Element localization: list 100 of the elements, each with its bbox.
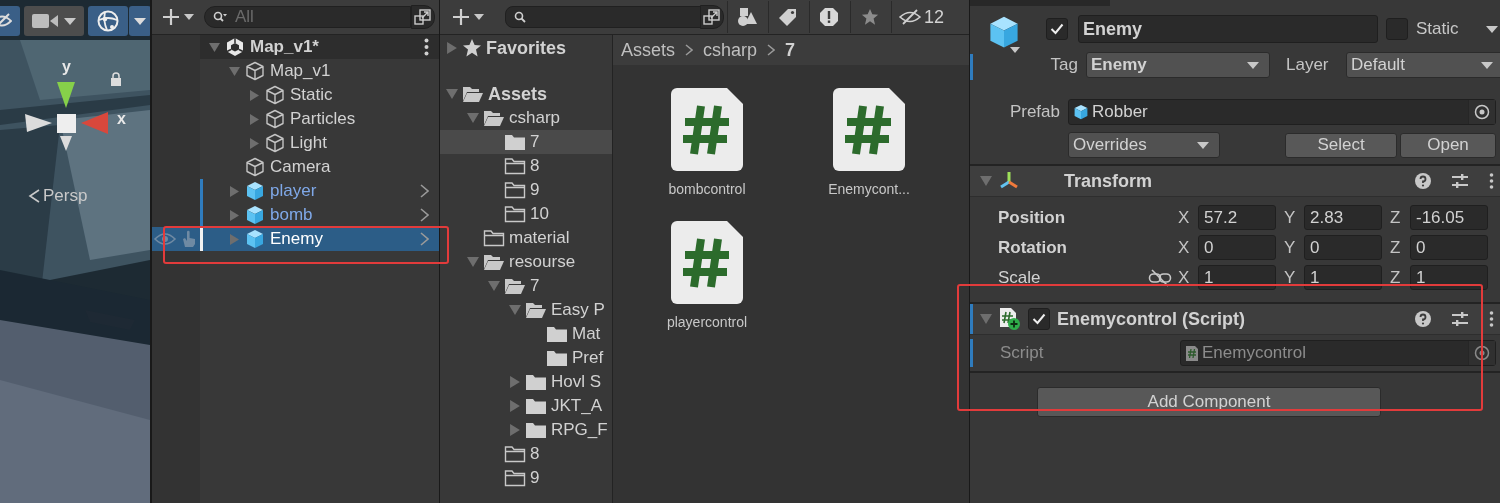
script-file-icon[interactable] [671, 221, 743, 304]
property-label: Script [1000, 343, 1045, 363]
hierarchy-row[interactable]: Light [152, 131, 439, 155]
collapse-arrow[interactable] [209, 41, 220, 53]
number-field[interactable]: 57.2 [1198, 205, 1276, 230]
breadcrumb-link[interactable]: 7 [785, 39, 796, 61]
gizmos-menu-button[interactable] [129, 6, 150, 36]
folder-row[interactable]: RPG_F [440, 418, 612, 442]
folder-row[interactable]: 8 [440, 154, 612, 178]
hierarchy-row[interactable]: Enemy [152, 227, 439, 251]
collapse-arrow[interactable] [467, 256, 479, 268]
number-field[interactable]: 2.83 [1304, 205, 1382, 230]
number-field[interactable]: 0 [1410, 235, 1488, 260]
hierarchy-row[interactable]: Camera [152, 155, 439, 179]
folder-row[interactable]: 8 [440, 442, 612, 466]
number-field[interactable]: 0 [1304, 235, 1382, 260]
axis-gizmo-drawing[interactable] [24, 80, 110, 152]
chevron-right-icon[interactable] [420, 232, 429, 246]
prefab-button[interactable]: Open [1400, 132, 1496, 158]
collapse-arrow[interactable] [509, 304, 521, 316]
prefab-button[interactable]: Select [1285, 132, 1397, 158]
folder-row[interactable]: Hovl S [440, 370, 612, 394]
folder-row[interactable]: Pref [440, 346, 612, 370]
expand-arrow[interactable] [249, 89, 260, 101]
expand-arrow[interactable] [509, 376, 521, 388]
script-file-icon[interactable] [833, 88, 905, 171]
camera-button[interactable] [24, 6, 84, 36]
collapse-arrow[interactable] [467, 112, 479, 124]
presets-icon[interactable] [1451, 173, 1469, 189]
lock-icon[interactable] [110, 72, 122, 86]
hierarchy-row[interactable]: bomb [152, 203, 439, 227]
presets-icon[interactable] [1451, 311, 1469, 327]
expand-arrow[interactable] [509, 400, 521, 412]
folder-row[interactable]: material [440, 226, 612, 250]
collapse-arrow[interactable] [446, 88, 458, 100]
number-field[interactable]: 1 [1304, 265, 1382, 290]
more-icon[interactable] [1489, 173, 1494, 189]
folder-row[interactable]: Easy P [440, 298, 612, 322]
folder-name: Favorites [486, 37, 567, 59]
add-component-button[interactable]: Add Component [1037, 387, 1381, 417]
open-folder-icon [504, 277, 526, 295]
target-icon[interactable] [1474, 104, 1490, 120]
script-file-icon[interactable] [671, 88, 743, 171]
unlinked-icon[interactable] [1148, 268, 1172, 287]
static-checkbox[interactable] [1386, 18, 1408, 40]
folder-row[interactable]: Assets [440, 82, 612, 106]
number-field[interactable]: -16.05 [1410, 205, 1488, 230]
folder-row[interactable]: csharp [440, 106, 612, 130]
folder-row[interactable]: JKT_A [440, 394, 612, 418]
search-field[interactable] [505, 6, 701, 28]
more-icon[interactable] [1489, 311, 1494, 327]
help-icon[interactable] [1415, 173, 1431, 189]
chevron-left-icon[interactable] [28, 188, 40, 204]
overrides-dropdown[interactable]: Overrides [1068, 132, 1220, 158]
expand-arrow[interactable] [446, 42, 458, 54]
chevron-right-icon[interactable] [420, 208, 429, 222]
enabled-checkbox[interactable] [1028, 308, 1050, 330]
hierarchy-row[interactable]: player [152, 179, 439, 203]
help-icon[interactable] [1415, 311, 1431, 327]
expand-arrow[interactable] [249, 137, 260, 149]
more-icon[interactable] [424, 38, 429, 56]
component-header[interactable]: Enemycontrol (Script) [970, 304, 1500, 335]
name-field[interactable]: Enemy [1078, 15, 1378, 43]
folder-row[interactable]: Favorites [440, 36, 612, 60]
expand-arrow[interactable] [229, 209, 240, 221]
target-icon[interactable] [1474, 345, 1490, 361]
prefab-field[interactable]: Robber [1068, 99, 1496, 125]
component-header[interactable]: Transform [970, 166, 1500, 197]
folder-row[interactable]: 9 [440, 466, 612, 490]
breadcrumb-link[interactable]: Assets [621, 39, 676, 61]
expand-arrow[interactable] [509, 424, 521, 436]
script-file-icon [1185, 344, 1199, 362]
hierarchy-row[interactable]: Static [152, 83, 439, 107]
number-field[interactable]: 1 [1198, 265, 1276, 290]
active-checkbox[interactable] [1046, 18, 1068, 40]
tag-label: Tag [1049, 55, 1079, 75]
breadcrumb-link[interactable]: csharp [703, 39, 758, 61]
search-window-button[interactable] [700, 5, 724, 29]
gizmos-button[interactable] [88, 6, 128, 36]
expand-arrow[interactable] [249, 113, 260, 125]
expand-arrow[interactable] [229, 185, 240, 197]
search-window-button[interactable] [411, 5, 435, 29]
collapse-arrow[interactable] [229, 65, 240, 77]
chevron-right-icon[interactable] [420, 184, 429, 198]
folder-row[interactable]: 7 [440, 130, 612, 154]
hierarchy-row[interactable]: Map_v1 [152, 59, 439, 83]
caret-icon[interactable] [1486, 25, 1498, 33]
projection-label[interactable]: Persp [43, 186, 88, 206]
search-field[interactable]: All [204, 6, 411, 28]
layer-dropdown[interactable]: Default [1346, 52, 1500, 78]
folder-row[interactable]: 7 [440, 274, 612, 298]
number-field[interactable]: 1 [1410, 265, 1488, 290]
tag-dropdown[interactable]: Enemy [1086, 52, 1270, 78]
folder-row[interactable]: resourse [440, 250, 612, 274]
number-field[interactable]: 0 [1198, 235, 1276, 260]
hierarchy-row[interactable]: Particles [152, 107, 439, 131]
collapse-arrow[interactable] [488, 280, 500, 292]
folder-row[interactable]: Mat [440, 322, 612, 346]
folder-row[interactable]: 9 [440, 178, 612, 202]
folder-row[interactable]: 10 [440, 202, 612, 226]
